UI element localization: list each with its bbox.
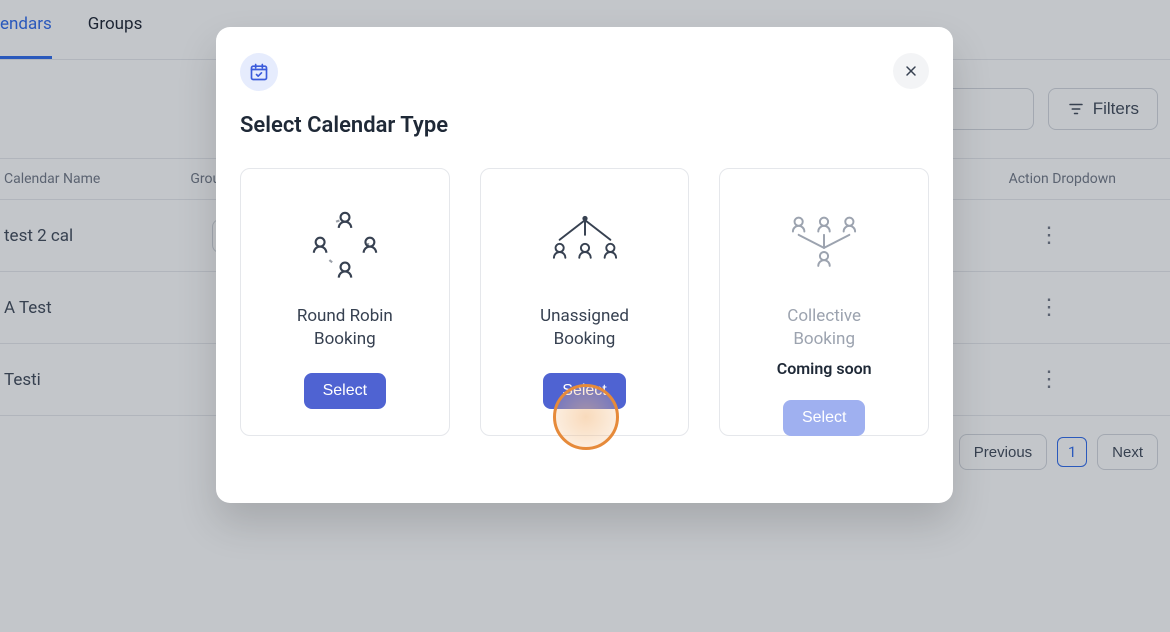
select-collective-button: Select: [783, 400, 865, 436]
round-robin-icon: [300, 203, 390, 283]
collective-icon: [779, 203, 869, 283]
select-round-robin-button[interactable]: Select: [304, 373, 386, 409]
card-label: Round RobinBooking: [297, 305, 393, 351]
card-unassigned: UnassignedBooking Select: [480, 168, 690, 436]
unassigned-icon: [540, 203, 630, 283]
card-round-robin: Round RobinBooking Select: [240, 168, 450, 436]
card-label: CollectiveBooking: [787, 305, 861, 351]
calendar-type-cards: Round RobinBooking Select UnassignedBook…: [240, 168, 929, 436]
select-unassigned-button[interactable]: Select: [543, 373, 625, 409]
close-icon: [903, 63, 919, 79]
coming-soon-label: Coming soon: [777, 359, 872, 378]
modal-title: Select Calendar Type: [240, 113, 448, 138]
calendar-check-icon: [240, 53, 278, 91]
select-calendar-type-modal: Select Calendar Type Round RobinBooking …: [216, 27, 953, 503]
close-button[interactable]: [893, 53, 929, 89]
card-label: UnassignedBooking: [540, 305, 629, 351]
card-collective: CollectiveBooking Coming soon Select: [719, 168, 929, 436]
